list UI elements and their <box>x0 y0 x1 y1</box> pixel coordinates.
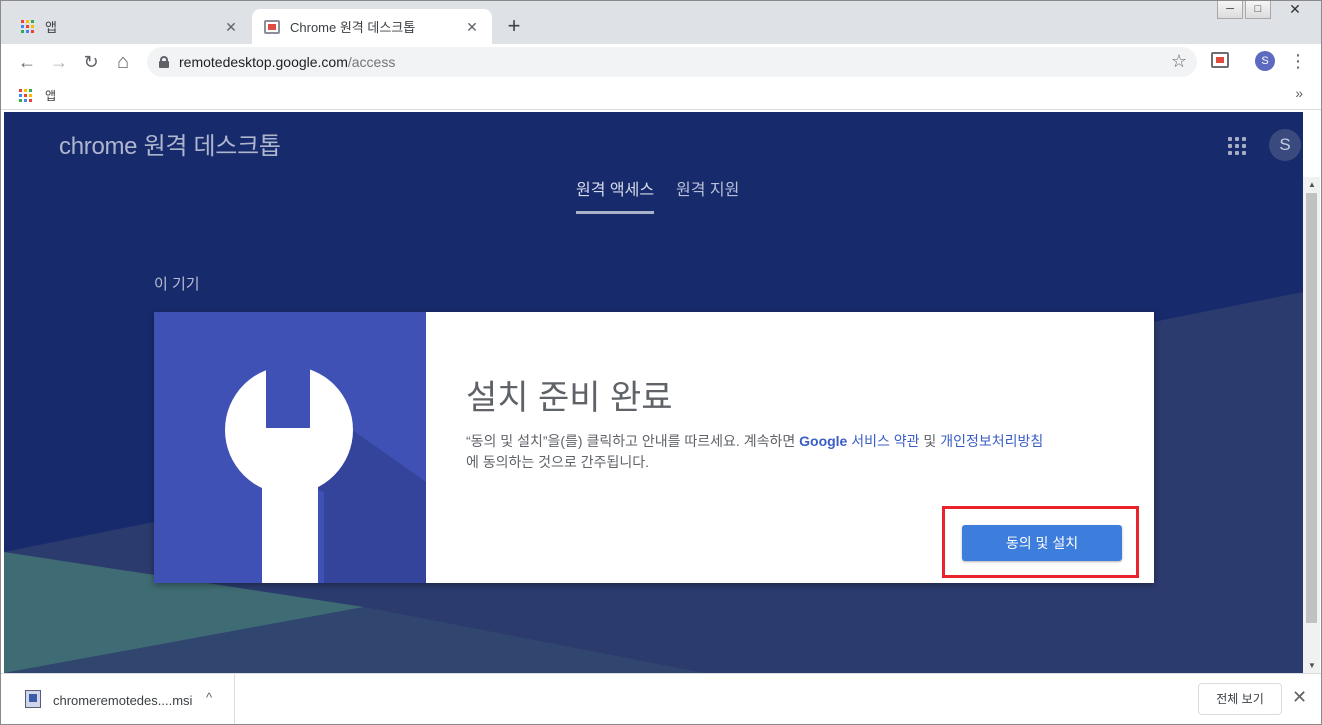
terms-link[interactable]: 서비스 약관 <box>847 433 919 449</box>
maximize-button[interactable]: □ <box>1245 1 1271 19</box>
forward-button[interactable]: → <box>47 50 71 74</box>
wrench-icon <box>154 312 426 583</box>
card-description: “동의 및 설치”을(를) 클릭하고 안내를 따르세요. 계속하면 Google… <box>466 431 1126 473</box>
tab-strip: 앱 ✕ Chrome 원격 데스크톱 ✕ + ─ □ ✕ <box>1 1 1321 44</box>
google-apps-icon[interactable] <box>1228 137 1246 155</box>
remote-desktop-icon <box>264 19 280 34</box>
page-nav-tabs: 원격 액세스 원격 지원 <box>576 176 739 214</box>
scroll-up-icon[interactable]: ▲ <box>1308 180 1316 189</box>
scroll-down-icon[interactable]: ▼ <box>1308 661 1316 670</box>
bookmarks-overflow-icon[interactable]: » <box>1295 85 1303 101</box>
home-button[interactable]: ⌂ <box>111 50 135 74</box>
tab-remote-support[interactable]: 원격 지원 <box>676 176 739 214</box>
desc-and: 및 <box>919 433 941 449</box>
tab-title: 앱 <box>45 20 57 35</box>
account-avatar[interactable]: S <box>1269 129 1301 161</box>
page-content: chrome 원격 데스크톱 S 원격 액세스 원격 지원 이 기기 설치 준비… <box>4 112 1303 673</box>
window-close-button[interactable]: ✕ <box>1273 1 1317 19</box>
tab-remote-desktop[interactable]: Chrome 원격 데스크톱 ✕ <box>252 9 492 44</box>
download-bar-close-icon[interactable]: ✕ <box>1292 687 1307 708</box>
url-host: remotedesktop.google.com <box>179 54 348 70</box>
scroll-thumb[interactable] <box>1306 193 1317 623</box>
tab-close-icon[interactable]: ✕ <box>223 19 239 35</box>
app-brand: chrome 원격 데스크톱 <box>59 133 281 160</box>
accept-and-install-button[interactable]: 동의 및 설치 <box>962 525 1122 561</box>
reload-button[interactable]: ↻ <box>79 50 103 74</box>
new-tab-button[interactable]: + <box>503 15 525 37</box>
privacy-link[interactable]: 개인정보처리방침 <box>940 433 1043 449</box>
browser-window: 앱 ✕ Chrome 원격 데스크톱 ✕ + ─ □ ✕ ← → ↻ ⌂ rem… <box>0 0 1322 725</box>
apps-grid-icon <box>19 88 33 103</box>
bookmark-apps-label: 앱 <box>45 89 57 103</box>
tab-close-icon[interactable]: ✕ <box>464 19 480 35</box>
install-card: 설치 준비 완료 “동의 및 설치”을(를) 클릭하고 안내를 따르세요. 계속… <box>154 312 1154 583</box>
tab-title: Chrome 원격 데스크톱 <box>290 20 416 35</box>
desc-text-2: 에 동의하는 것으로 간주됩니다. <box>466 454 649 470</box>
download-item[interactable]: chromeremotedes....msi ^ <box>1 674 235 724</box>
browser-toolbar: ← → ↻ ⌂ remotedesktop.google.com/access … <box>1 44 1321 80</box>
bookmarks-bar: 앱 » <box>1 80 1321 110</box>
vertical-scrollbar[interactable]: ▲ ▼ <box>1303 177 1320 673</box>
desc-text: “동의 및 설치”을(를) 클릭하고 안내를 따르세요. 계속하면 <box>466 433 800 449</box>
tab-apps[interactable]: 앱 ✕ <box>9 9 251 44</box>
section-title-this-device: 이 기기 <box>154 276 200 293</box>
card-title: 설치 준비 완료 <box>466 379 673 417</box>
lock-icon[interactable] <box>159 56 169 68</box>
url-path: /access <box>347 54 396 70</box>
back-button[interactable]: ← <box>15 50 39 74</box>
bookmark-star-icon[interactable]: ☆ <box>1171 51 1187 72</box>
installer-file-icon <box>25 690 41 708</box>
minimize-button[interactable]: ─ <box>1217 1 1243 19</box>
window-controls: ─ □ ✕ <box>1217 1 1317 19</box>
chevron-up-icon[interactable]: ^ <box>206 690 212 705</box>
remote-desktop-extension-icon[interactable] <box>1211 52 1229 68</box>
address-bar[interactable]: remotedesktop.google.com/access ☆ <box>147 47 1197 77</box>
bookmark-apps[interactable]: 앱 <box>19 87 56 104</box>
apps-grid-icon <box>21 19 35 34</box>
download-filename: chromeremotedes....msi <box>53 693 193 708</box>
download-bar: chromeremotedes....msi ^ 전체 보기 ✕ <box>1 673 1321 724</box>
terms-link-google[interactable]: Google <box>799 433 847 449</box>
profile-avatar[interactable]: S <box>1255 51 1275 71</box>
tab-remote-access[interactable]: 원격 액세스 <box>576 176 655 214</box>
show-all-downloads-button[interactable]: 전체 보기 <box>1198 683 1282 715</box>
browser-menu-icon[interactable]: ⋮ <box>1289 49 1307 73</box>
